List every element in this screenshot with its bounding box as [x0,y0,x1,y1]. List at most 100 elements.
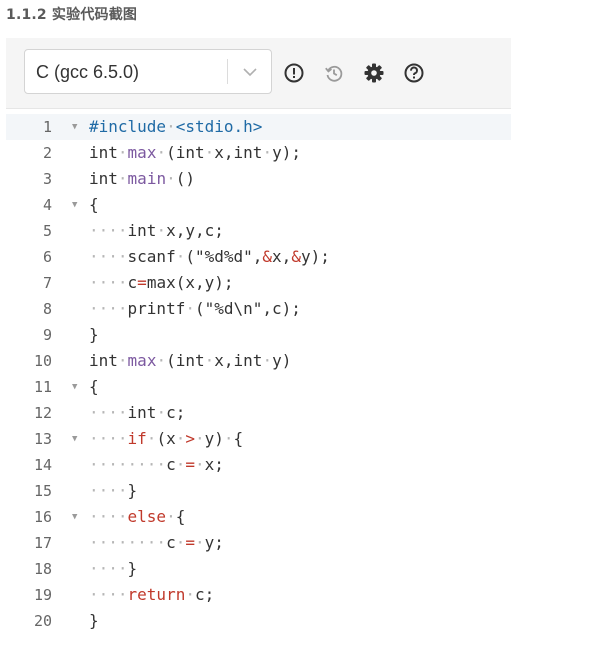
code-line[interactable]: 9} [6,322,511,348]
code-token: c; [166,403,186,422]
code-line[interactable]: 20} [6,608,511,634]
line-number: 7 [42,274,52,292]
line-number: 9 [42,326,52,344]
code-token: > [185,429,195,448]
code-text: ····int·c; [89,400,185,426]
code-token: · [117,351,128,370]
code-line[interactable]: 17 ········c·=·y; [6,530,511,556]
code-token: · [185,585,195,604]
code-token: printf [127,299,186,318]
code-token: int [89,351,118,370]
code-text: int·max·(int·x,int·y) [89,348,291,374]
code-token: ···· [89,221,128,240]
line-number: 4 [42,196,52,214]
fold-toggle-icon[interactable]: ▼ [72,114,77,140]
code-line[interactable]: 4 ▼ { [6,192,511,218]
code-token: ···· [89,273,128,292]
code-line[interactable]: 16 ▼ ····else·{ [6,504,511,530]
code-token: () [175,169,195,188]
fold-toggle-icon[interactable]: ▼ [72,504,77,530]
code-token: y) [204,429,224,448]
code-line[interactable]: 3 int·main·() [6,166,511,192]
code-token: } [127,481,138,500]
code-line[interactable]: 18 ····} [6,556,511,582]
code-token: { [89,377,99,396]
code-token: max [127,143,157,162]
code-token: x, [272,247,292,266]
line-number: 1 [42,118,52,136]
code-token: & [262,247,273,266]
editor-toolbar: C (gcc 6.5.0) [6,38,511,109]
help-icon[interactable] [403,62,425,84]
code-token: · [166,507,176,526]
code-text: int·max·(int·x,int·y); [89,140,301,166]
code-line[interactable]: 19 ····return·c; [6,582,511,608]
code-token: int [89,169,118,188]
chevron-down-icon[interactable] [241,63,259,86]
line-number: 13 [33,430,52,448]
code-token: x,int [214,143,263,162]
code-token: ···· [89,585,128,604]
code-token: ···· [89,403,128,422]
code-token: · [262,143,273,162]
code-token: · [156,351,167,370]
code-token: max(x,y); [146,273,234,292]
code-token: ···· [89,299,128,318]
fold-toggle-icon[interactable]: ▼ [72,374,77,400]
code-token: x,y,c; [166,221,224,240]
line-number: 18 [33,560,52,578]
code-editor[interactable]: 1 ▼ #include·<stdio.h> 2 int·max·(int·x,int·… [6,112,511,645]
code-line[interactable]: 6 ····scanf·("%d%d",&x,&y); [6,244,511,270]
code-text: { [89,374,99,400]
code-text: { [89,192,99,218]
fold-toggle-icon[interactable]: ▼ [72,426,77,452]
code-token: { [175,507,186,526]
code-token: · [194,429,205,448]
code-token: · [194,455,205,474]
code-token: <stdio.h> [175,117,263,136]
code-line[interactable]: 14 ········c·=·x; [6,452,511,478]
code-token: · [175,247,186,266]
code-token: { [89,195,99,214]
code-token: ···· [89,429,128,448]
code-token: · [223,429,234,448]
code-token: ···· [89,559,128,578]
code-line[interactable]: 13 ▼ ····if·(x·>·y)·{ [6,426,511,452]
code-text: ····} [89,556,137,582]
code-token: ········ [89,533,167,552]
line-number: 16 [33,508,52,526]
code-text: #include·<stdio.h> [89,114,262,140]
settings-icon[interactable] [363,62,385,84]
code-line[interactable]: 2 int·max·(int·x,int·y); [6,140,511,166]
code-token: else [127,507,167,526]
code-token: main [127,169,167,188]
history-icon[interactable] [323,62,345,84]
code-token: · [175,429,186,448]
fold-toggle-icon[interactable]: ▼ [72,192,77,218]
line-number: 15 [33,482,52,500]
code-token: (x [156,429,176,448]
line-number: 6 [42,248,52,266]
code-token: · [204,351,215,370]
code-token: y); [300,247,330,266]
language-select[interactable]: C (gcc 6.5.0) [24,49,272,94]
code-token: = [137,273,147,292]
code-line[interactable]: 12 ····int·c; [6,400,511,426]
code-token: int [89,143,118,162]
code-token: ···· [89,481,128,500]
code-line[interactable]: 11 ▼ { [6,374,511,400]
info-icon[interactable] [283,62,305,84]
code-token: c [166,533,176,552]
code-line[interactable]: 1 ▼ #include·<stdio.h> [6,114,511,140]
code-token: · [262,351,273,370]
code-token: · [166,169,176,188]
code-line[interactable]: 8 ····printf·("%d\n",c); [6,296,511,322]
code-line[interactable]: 5 ····int·x,y,c; [6,218,511,244]
code-token: ···· [89,507,128,526]
code-text: ····c=max(x,y); [89,270,234,296]
code-line[interactable]: 15 ····} [6,478,511,504]
code-line[interactable]: 7 ····c=max(x,y); [6,270,511,296]
language-select-value: C (gcc 6.5.0) [36,62,140,82]
code-line[interactable]: 10 int·max·(int·x,int·y) [6,348,511,374]
line-number: 17 [33,534,52,552]
